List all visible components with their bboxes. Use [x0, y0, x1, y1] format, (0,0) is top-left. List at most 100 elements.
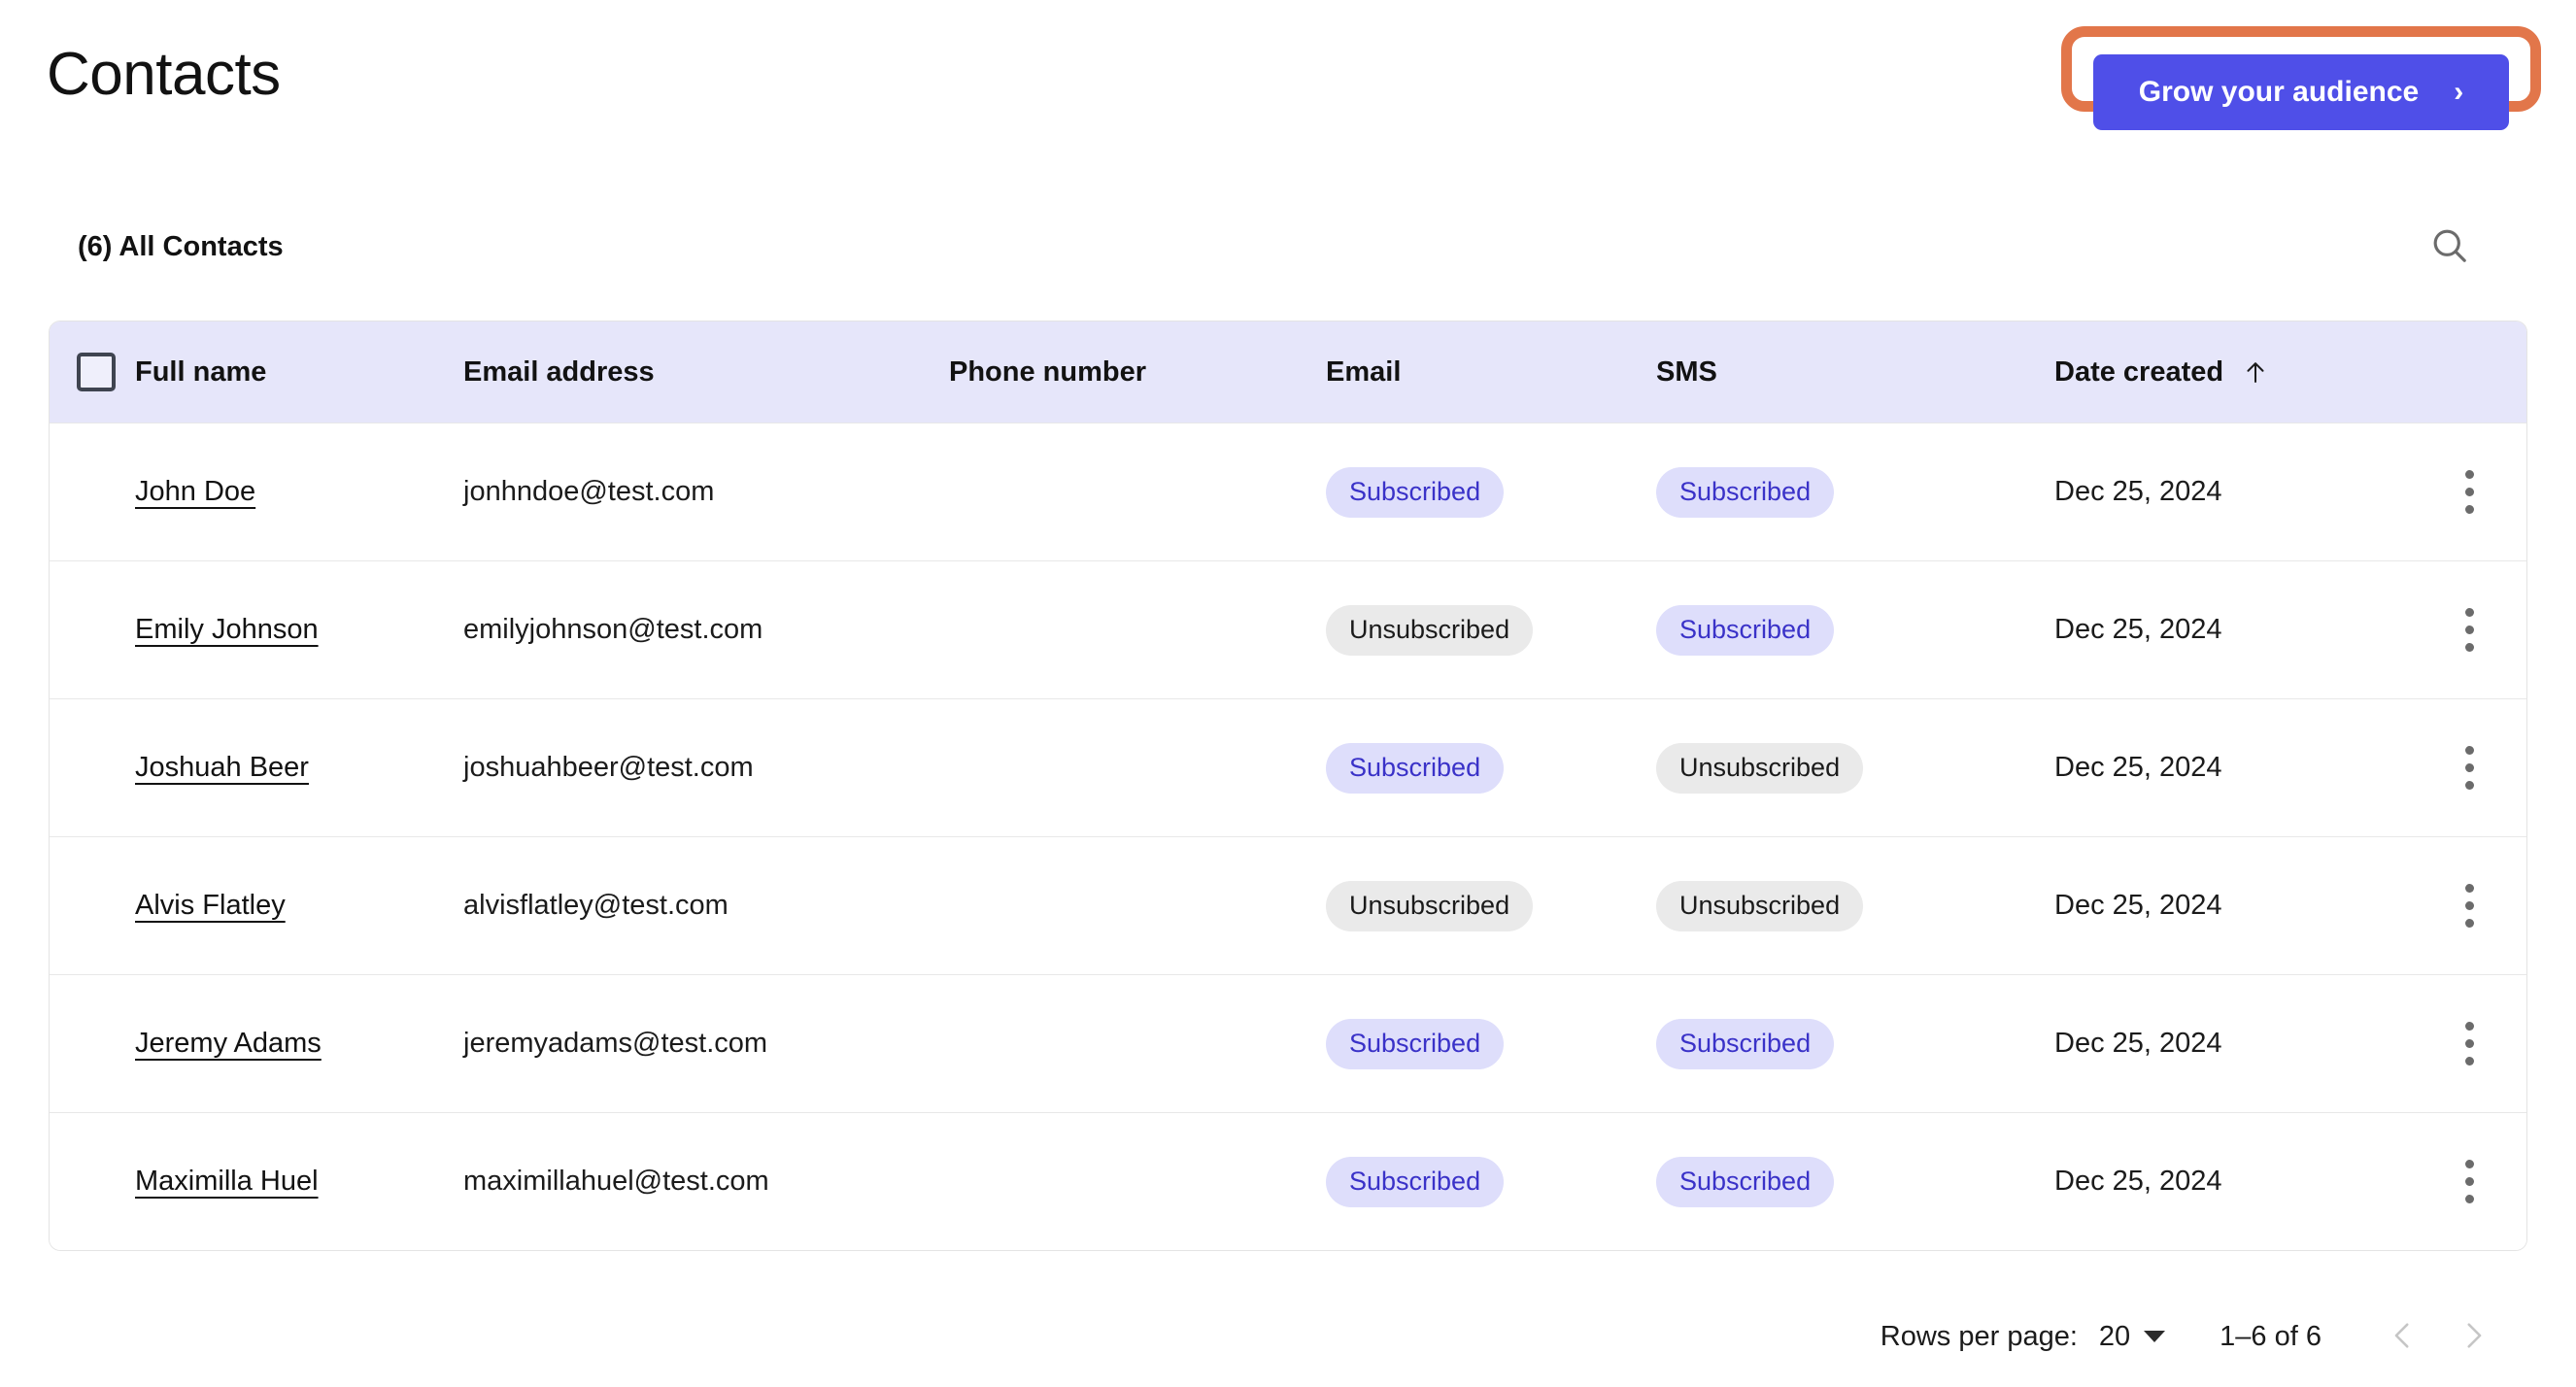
- more-vertical-icon-dot: [2464, 643, 2474, 652]
- more-vertical-icon-dot: [2464, 505, 2474, 514]
- cell-full-name: Emily Johnson: [135, 614, 463, 646]
- grow-your-audience-label: Grow your audience: [2138, 76, 2420, 108]
- header-label-email-address: Email address: [463, 355, 655, 388]
- status-badge: Subscribed: [1656, 466, 1835, 518]
- list-subheader: (6) All Contacts: [0, 223, 2576, 293]
- table-row[interactable]: Alvis Flatley alvisflatley@test.com Unsubs…: [50, 836, 2526, 974]
- status-badge: Unsubscribed: [1656, 880, 1864, 931]
- more-vertical-icon-dot: [2464, 1022, 2474, 1031]
- next-page-button[interactable]: [2438, 1302, 2508, 1371]
- cell-email-status: Subscribed: [1326, 1018, 1656, 1069]
- header-label-date-created: Date created: [2054, 355, 2224, 388]
- row-more-options-button[interactable]: [2441, 602, 2497, 659]
- cell-email-status: Subscribed: [1326, 1156, 1656, 1207]
- cell-full-name: Joshuah Beer: [135, 752, 463, 784]
- contact-name-link[interactable]: Emily Johnson: [135, 614, 319, 645]
- cell-sms-status: Subscribed: [1656, 1018, 2054, 1069]
- cell-actions: [2412, 602, 2526, 659]
- cell-date-created: Dec 25, 2024: [2054, 1166, 2222, 1197]
- more-vertical-icon-dot: [2464, 1039, 2474, 1048]
- cell-email-address: jonhndoe@test.com: [463, 476, 715, 507]
- cell-date-created: Dec 25, 2024: [2054, 752, 2222, 783]
- header-cell-sms[interactable]: SMS: [1656, 356, 2054, 389]
- more-vertical-icon-dot: [2464, 919, 2474, 928]
- header-cell-email-address[interactable]: Email address: [463, 356, 949, 389]
- row-more-options-button[interactable]: [2441, 1154, 2497, 1210]
- cell-sms-status: Subscribed: [1656, 604, 2054, 656]
- chevron-left-icon: [2387, 1319, 2420, 1355]
- more-vertical-icon-dot: [2464, 1160, 2474, 1168]
- row-more-options-button[interactable]: [2441, 740, 2497, 796]
- cell-full-name: Maximilla Huel: [135, 1166, 463, 1198]
- contact-name-link[interactable]: Alvis Flatley: [135, 890, 286, 921]
- cell-actions: [2412, 1016, 2526, 1072]
- chevron-right-icon: ›: [2454, 76, 2464, 108]
- header-cell-select: [50, 353, 135, 391]
- rows-per-page-select[interactable]: 20: [2099, 1321, 2166, 1353]
- cell-date-created: Dec 25, 2024: [2054, 614, 2222, 645]
- cell-full-name: John Doe: [135, 476, 463, 508]
- cell-sms-status: Subscribed: [1656, 1156, 2054, 1207]
- more-vertical-icon-dot: [2464, 746, 2474, 755]
- table-row[interactable]: Emily Johnson emilyjohnson@test.com Unsubs…: [50, 560, 2526, 698]
- header-label-email: Email: [1326, 355, 1402, 388]
- row-more-options-button[interactable]: [2441, 1016, 2497, 1072]
- table-row[interactable]: John Doe jonhndoe@test.com Subscribed Subsc…: [50, 423, 2526, 560]
- table-row[interactable]: Jeremy Adams jeremyadams@test.com Subscrib…: [50, 974, 2526, 1112]
- more-vertical-icon-dot: [2464, 1177, 2474, 1186]
- more-vertical-icon-dot: [2464, 470, 2474, 479]
- cell-email-address: jeremyadams@test.com: [463, 1028, 768, 1059]
- cell-email-address: maximillahuel@test.com: [463, 1166, 769, 1197]
- pagination-range-label: 1–6 of 6: [2220, 1320, 2322, 1352]
- cell-sms-status: Unsubscribed: [1656, 742, 2054, 794]
- header-label-phone-number: Phone number: [949, 355, 1147, 388]
- status-badge: Unsubscribed: [1656, 742, 1864, 794]
- more-vertical-icon-dot: [2464, 884, 2474, 893]
- table-row[interactable]: Joshuah Beer joshuahbeer@test.com Subscrib…: [50, 698, 2526, 836]
- status-badge: Subscribed: [1656, 604, 1835, 656]
- more-vertical-icon-dot: [2464, 488, 2474, 496]
- contact-name-link[interactable]: Maximilla Huel: [135, 1166, 319, 1197]
- row-more-options-button[interactable]: [2441, 878, 2497, 934]
- more-vertical-icon-dot: [2464, 763, 2474, 772]
- status-badge: Subscribed: [1326, 1156, 1505, 1207]
- header-cell-phone-number[interactable]: Phone number: [949, 356, 1326, 389]
- cell-full-name: Alvis Flatley: [135, 890, 463, 922]
- contact-name-link[interactable]: Jeremy Adams: [135, 1028, 322, 1059]
- sort-ascending-icon[interactable]: [2241, 357, 2270, 387]
- cell-sms-status: Unsubscribed: [1656, 880, 2054, 931]
- status-badge: Subscribed: [1656, 1156, 1835, 1207]
- page-title: Contacts: [47, 41, 281, 108]
- status-badge: Subscribed: [1326, 742, 1505, 794]
- table-header-row: Full name Email address Phone number Ema…: [50, 321, 2526, 423]
- header-cell-full-name[interactable]: Full name: [135, 356, 463, 389]
- pagination-footer: Rows per page: 20 1–6 of 6: [49, 1286, 2527, 1387]
- cell-email-address: joshuahbeer@test.com: [463, 752, 754, 783]
- page-header: Contacts Grow your audience ›: [0, 0, 2576, 185]
- cell-email-status: Subscribed: [1326, 466, 1656, 518]
- status-badge: Subscribed: [1326, 466, 1505, 518]
- contacts-table: Full name Email address Phone number Ema…: [49, 321, 2527, 1251]
- rows-per-page-label: Rows per page:: [1880, 1320, 2078, 1352]
- contact-name-link[interactable]: Joshuah Beer: [135, 752, 309, 783]
- search-button[interactable]: [2423, 220, 2477, 274]
- status-badge: Subscribed: [1656, 1018, 1835, 1069]
- more-vertical-icon-dot: [2464, 608, 2474, 617]
- cell-email-status: Unsubscribed: [1326, 880, 1656, 931]
- contact-name-link[interactable]: John Doe: [135, 476, 255, 507]
- previous-page-button[interactable]: [2368, 1302, 2438, 1371]
- select-all-checkbox[interactable]: [77, 353, 116, 391]
- table-body: John Doe jonhndoe@test.com Subscribed Subsc…: [50, 423, 2526, 1250]
- cell-sms-status: Subscribed: [1656, 466, 2054, 518]
- cell-actions: [2412, 878, 2526, 934]
- row-more-options-button[interactable]: [2441, 464, 2497, 521]
- cell-email-address: alvisflatley@test.com: [463, 890, 729, 921]
- header-cell-email[interactable]: Email: [1326, 356, 1656, 389]
- search-icon: [2428, 224, 2471, 270]
- grow-your-audience-button[interactable]: Grow your audience ›: [2093, 54, 2509, 130]
- table-row[interactable]: Maximilla Huel maximillahuel@test.com Subs…: [50, 1112, 2526, 1250]
- status-badge: Subscribed: [1326, 1018, 1505, 1069]
- header-cell-date-created[interactable]: Date created: [2054, 356, 2412, 389]
- status-badge: Unsubscribed: [1326, 604, 1534, 656]
- cell-date-created: Dec 25, 2024: [2054, 890, 2222, 921]
